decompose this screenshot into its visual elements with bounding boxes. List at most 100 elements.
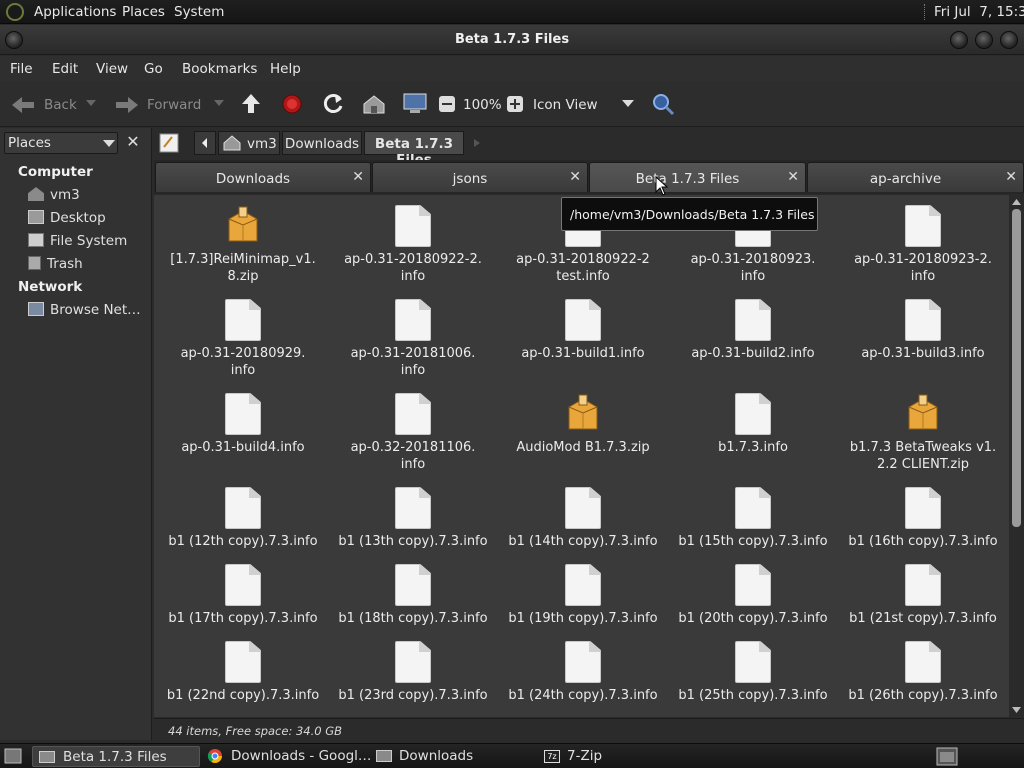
path-downloads-button[interactable]: Downloads (282, 131, 362, 155)
home-icon[interactable] (362, 93, 386, 115)
file-item[interactable]: b1.7.3.info (668, 393, 838, 456)
file-name: b1 (14th copy).7.3.info (508, 534, 658, 549)
scroll-down-icon[interactable] (1011, 705, 1022, 715)
menu-view[interactable]: View (96, 61, 128, 77)
file-name: ap-0.31-20180923-2. (854, 252, 992, 267)
close-sidebar-icon[interactable]: ✕ (122, 132, 144, 154)
file-item[interactable]: b1 (15th copy).7.3.info (668, 487, 838, 550)
file-item[interactable]: ap-0.31-build4.info (158, 393, 328, 456)
menu-edit[interactable]: Edit (52, 61, 78, 77)
sidebar-item-trash[interactable]: Trash (28, 256, 83, 276)
sidebar-item-file-system[interactable]: File System (28, 233, 127, 253)
close-window-button[interactable] (1000, 31, 1018, 49)
workspace-switcher-icon[interactable] (936, 747, 958, 766)
search-icon[interactable] (651, 92, 675, 116)
forward-button[interactable]: Forward (147, 97, 201, 113)
mouse-cursor-icon (655, 176, 669, 196)
file-item[interactable]: ap-0.31-build2.info (668, 299, 838, 362)
taskbar-beta-files[interactable]: Beta 1.7.3 Files (32, 746, 200, 767)
show-desktop-icon[interactable] (4, 748, 22, 765)
edit-location-icon[interactable] (158, 132, 180, 154)
scrollbar[interactable] (1009, 195, 1024, 717)
view-mode-chevron-icon[interactable] (622, 100, 634, 108)
menu-go[interactable]: Go (144, 61, 163, 77)
file-item[interactable]: b1 (17th copy).7.3.info (158, 564, 328, 627)
close-tab-icon[interactable]: ✕ (569, 169, 581, 185)
file-item[interactable]: AudioMod B1.7.3.zip (498, 393, 668, 456)
places-menu[interactable]: Places (122, 4, 165, 20)
tab-jsons[interactable]: jsons ✕ (372, 162, 588, 192)
file-item[interactable]: b1 (19th copy).7.3.info (498, 564, 668, 627)
scroll-up-icon[interactable] (1011, 197, 1022, 207)
zoom-out-icon[interactable] (438, 95, 456, 113)
tab-downloads[interactable]: Downloads ✕ (155, 162, 371, 192)
path-left-button[interactable] (194, 131, 216, 155)
reload-icon[interactable] (322, 93, 344, 115)
file-name-line2: 8.zip (227, 269, 259, 284)
file-item[interactable]: ap-0.32-20181106. info (328, 393, 498, 473)
path-vm3-button[interactable]: vm3 (218, 131, 280, 155)
scrollbar-thumb[interactable] (1012, 209, 1021, 527)
chevron-right-icon[interactable] (470, 136, 484, 150)
tab-ap-archive[interactable]: ap-archive ✕ (807, 162, 1024, 192)
path-current-button[interactable]: Beta 1.7.3 Files (364, 131, 464, 168)
sidebar-item-vm3[interactable]: vm3 (28, 187, 80, 207)
back-history-chevron-icon[interactable] (86, 100, 96, 108)
sidebar-item-desktop[interactable]: Desktop (28, 210, 106, 230)
menu-help[interactable]: Help (270, 61, 301, 77)
desktop-folder-icon (28, 210, 44, 224)
file-item[interactable]: b1 (23rd copy).7.3.info (328, 641, 498, 704)
file-item[interactable]: b1 (24th copy).7.3.info (498, 641, 668, 704)
up-arrow-icon[interactable] (240, 93, 262, 115)
file-item[interactable]: [1.7.3]ReiMinimap_v1. 8.zip (158, 205, 328, 285)
forward-history-chevron-icon[interactable] (214, 100, 224, 108)
menu-file[interactable]: File (10, 61, 33, 77)
zoom-in-icon[interactable] (506, 95, 524, 113)
file-item[interactable]: b1 (21st copy).7.3.info (838, 564, 1008, 627)
maximize-button[interactable] (975, 31, 993, 49)
file-item[interactable]: b1.7.3 BetaTweaks v1. 2.2 CLIENT.zip (838, 393, 1008, 473)
document-icon (395, 205, 431, 247)
view-mode-select[interactable]: Icon View (533, 97, 598, 113)
file-item[interactable]: b1 (25th copy).7.3.info (668, 641, 838, 704)
computer-icon[interactable] (402, 92, 428, 116)
file-item[interactable]: b1 (26th copy).7.3.info (838, 641, 1008, 704)
location-bar: vm3 Downloads Beta 1.7.3 Files (0, 128, 1024, 168)
taskbar-7zip[interactable]: 7z 7-Zip (540, 746, 708, 767)
file-item[interactable]: ap-0.31-build3.info (838, 299, 1008, 362)
back-button[interactable]: Back (44, 97, 77, 113)
file-name: b1 (13th copy).7.3.info (338, 534, 488, 549)
file-item[interactable]: b1 (22nd copy).7.3.info (158, 641, 328, 704)
drive-icon (28, 233, 44, 247)
file-item[interactable]: b1 (13th copy).7.3.info (328, 487, 498, 550)
menu-bookmarks[interactable]: Bookmarks (182, 61, 257, 77)
system-menu[interactable]: System (174, 4, 224, 20)
clock[interactable]: Fri Jul 7, 15:33 (934, 4, 1024, 20)
file-item[interactable]: b1 (16th copy).7.3.info (838, 487, 1008, 550)
applications-menu[interactable]: Applications (34, 4, 116, 20)
close-tab-icon[interactable]: ✕ (1005, 169, 1017, 185)
file-item[interactable]: b1 (14th copy).7.3.info (498, 487, 668, 550)
file-item[interactable]: ap-0.31-build1.info (498, 299, 668, 362)
close-tab-icon[interactable]: ✕ (352, 169, 364, 185)
back-arrow-icon[interactable] (10, 95, 36, 115)
file-item[interactable]: b1 (20th copy).7.3.info (668, 564, 838, 627)
file-view[interactable]: [1.7.3]ReiMinimap_v1. 8.zip ap-0.31-201809… (154, 195, 1009, 717)
file-item[interactable]: ap-0.31-20180922-2. info (328, 205, 498, 285)
sidebar-mode-select[interactable]: Places (4, 132, 118, 154)
file-item[interactable]: ap-0.31-20181006. info (328, 299, 498, 379)
stop-icon[interactable] (281, 93, 303, 115)
file-item[interactable]: b1 (12th copy).7.3.info (158, 487, 328, 550)
distro-logo-icon[interactable] (6, 3, 24, 21)
file-item[interactable]: ap-0.31-20180929. info (158, 299, 328, 379)
window-titlebar[interactable]: Beta 1.7.3 Files (0, 25, 1024, 55)
minimize-button[interactable] (950, 31, 968, 49)
file-item[interactable]: b1 (18th copy).7.3.info (328, 564, 498, 627)
taskbar-downloads[interactable]: Downloads (372, 746, 540, 767)
forward-arrow-icon[interactable] (114, 95, 140, 115)
tab-beta-files[interactable]: Beta 1.7.3 Files ✕ (589, 162, 806, 192)
close-tab-icon[interactable]: ✕ (787, 169, 799, 185)
sidebar-item-browse-network[interactable]: Browse Net… (28, 302, 141, 322)
taskbar-chrome-downloads[interactable]: Downloads - Googl… (204, 746, 372, 767)
file-item[interactable]: ap-0.31-20180923-2. info (838, 205, 1008, 285)
